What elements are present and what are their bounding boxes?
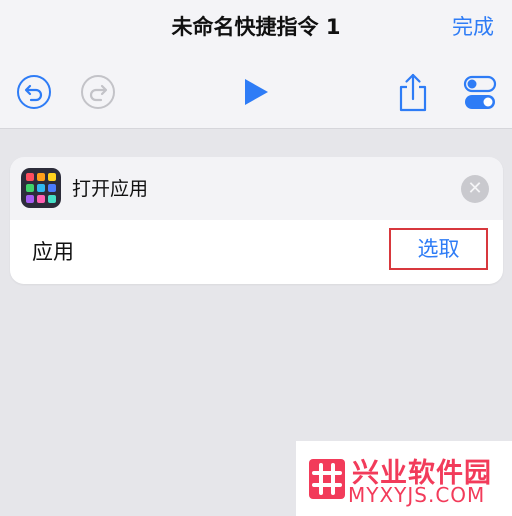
remove-action-button[interactable]: ✕ — [461, 175, 489, 203]
parameter-label: 应用 — [32, 240, 74, 264]
close-icon: ✕ — [467, 178, 483, 199]
watermark-url: MYXYJS.COM — [348, 483, 486, 507]
undo-icon[interactable] — [16, 74, 52, 110]
toggle-settings-icon[interactable] — [463, 75, 497, 111]
action-parameter-row: 应用 选取 — [10, 220, 503, 284]
action-card-header: 打开应用 ✕ — [10, 157, 503, 220]
done-button[interactable]: 完成 — [452, 10, 494, 44]
choose-app-button[interactable]: 选取 — [389, 228, 488, 270]
play-icon[interactable] — [241, 77, 271, 107]
open-app-action-card[interactable]: 打开应用 ✕ 应用 选取 — [10, 157, 503, 284]
action-title: 打开应用 — [72, 178, 149, 200]
redo-icon[interactable] — [80, 74, 116, 110]
watermark: 兴业软件园 MYXYJS.COM — [296, 441, 512, 516]
hash-logo-icon — [309, 459, 345, 499]
share-icon[interactable] — [395, 71, 431, 113]
top-bar: 未命名快捷指令 1 完成 — [0, 0, 512, 129]
app-grid-icon — [21, 168, 61, 208]
shortcut-title: 未命名快捷指令 1 — [171, 15, 341, 39]
